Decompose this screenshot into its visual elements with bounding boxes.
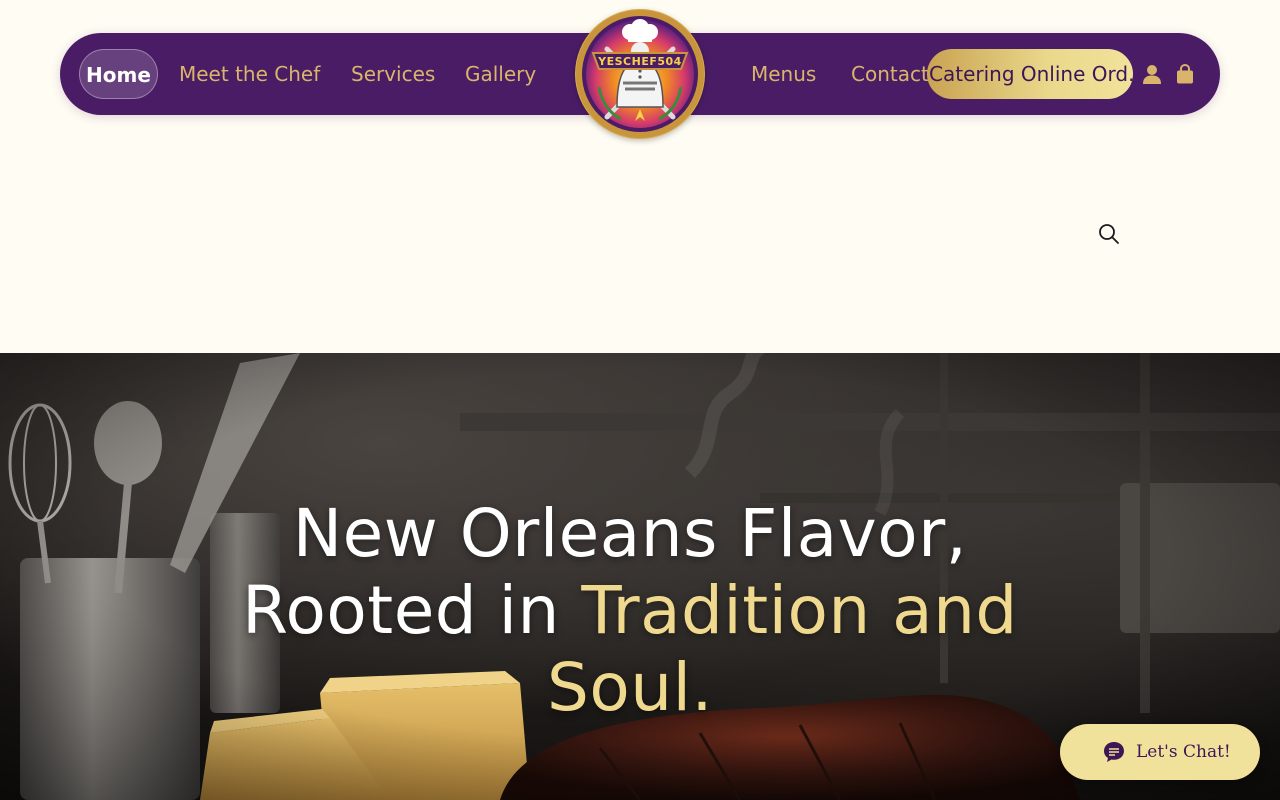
chat-button[interactable]: Let's Chat!	[1060, 724, 1260, 780]
nav-services[interactable]: Services	[351, 49, 435, 99]
chat-label: Let's Chat!	[1136, 742, 1231, 762]
search-icon[interactable]	[1096, 221, 1122, 247]
nav-contact[interactable]: Contact	[851, 49, 929, 99]
nav-menus[interactable]: Menus	[751, 49, 816, 99]
hero-headline-line-2: Rooted in Tradition and	[200, 572, 1060, 649]
logo-text: YESCHEF504	[597, 55, 682, 68]
chat-bubble-icon	[1104, 742, 1124, 762]
hero-headline-line-1: New Orleans Flavor,	[292, 495, 968, 572]
nav-gallery[interactable]: Gallery	[465, 49, 536, 99]
page: Home Meet the Chef Services Gallery Menu…	[0, 0, 1280, 800]
shopping-bag-icon[interactable]	[1174, 63, 1196, 85]
nav-home[interactable]: Home	[79, 49, 158, 99]
nav-meet-the-chef[interactable]: Meet the Chef	[179, 49, 320, 99]
hero-headline-line-3: Soul.	[547, 649, 713, 726]
catering-order-button[interactable]: Catering Online Ord…	[927, 49, 1133, 99]
hero-headline: New Orleans Flavor, Rooted in Tradition …	[200, 495, 1060, 726]
hero-headline-gold-text: Tradition and	[581, 572, 1018, 649]
brand-logo[interactable]: YESCHEF504	[575, 9, 705, 139]
user-icon[interactable]	[1141, 63, 1163, 85]
hero-headline-white-text: Rooted in	[242, 572, 582, 649]
site-header: Home Meet the Chef Services Gallery Menu…	[0, 0, 1280, 353]
